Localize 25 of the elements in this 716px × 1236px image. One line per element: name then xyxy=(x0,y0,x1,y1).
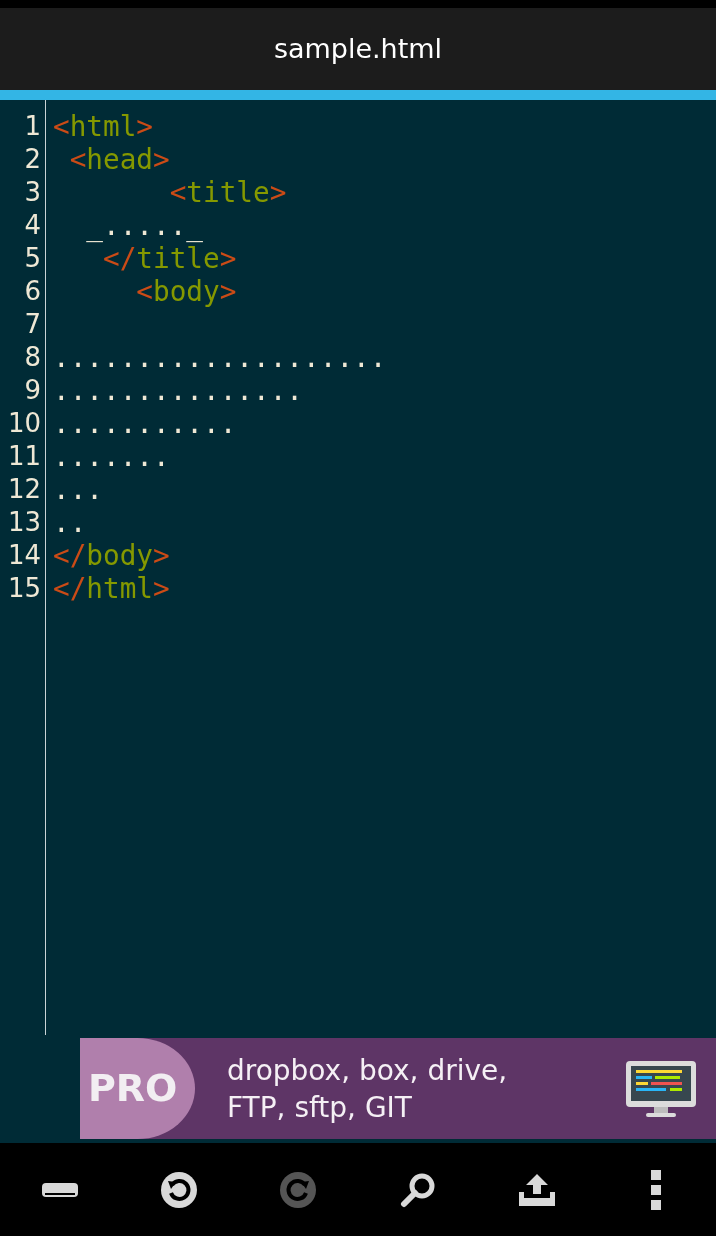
window-title: sample.html xyxy=(273,31,443,66)
line-number: 4 xyxy=(23,209,42,242)
upload-icon[interactable] xyxy=(516,1171,557,1208)
line-number: 13 xyxy=(6,506,42,539)
banner-text: dropbox, box, drive, FTP, sftp, GIT xyxy=(227,1052,509,1126)
code-line: </html> xyxy=(53,571,170,607)
line-number: 10 xyxy=(6,407,42,440)
line-number: 11 xyxy=(6,440,42,473)
line-number: 5 xyxy=(23,242,42,275)
line-number: 1 xyxy=(23,110,42,143)
line-number: 8 xyxy=(23,341,42,374)
undo-icon[interactable] xyxy=(161,1171,197,1208)
line-number: 3 xyxy=(23,176,42,209)
monitor-icon xyxy=(624,1058,698,1119)
pro-label: PRO xyxy=(88,1065,178,1112)
ad-banner[interactable]: PRO dropbox, box, drive, FTP, sftp, GIT xyxy=(80,1038,716,1139)
search-icon[interactable] xyxy=(399,1171,436,1208)
line-number: 12 xyxy=(6,473,42,506)
line-number: 7 xyxy=(23,308,42,341)
line-number: 6 xyxy=(23,275,42,308)
more-icon[interactable] xyxy=(651,1169,662,1210)
line-number: 9 xyxy=(23,374,42,407)
line-number: 15 xyxy=(6,572,42,605)
line-number: 14 xyxy=(6,539,42,572)
line-number: 2 xyxy=(23,143,42,176)
